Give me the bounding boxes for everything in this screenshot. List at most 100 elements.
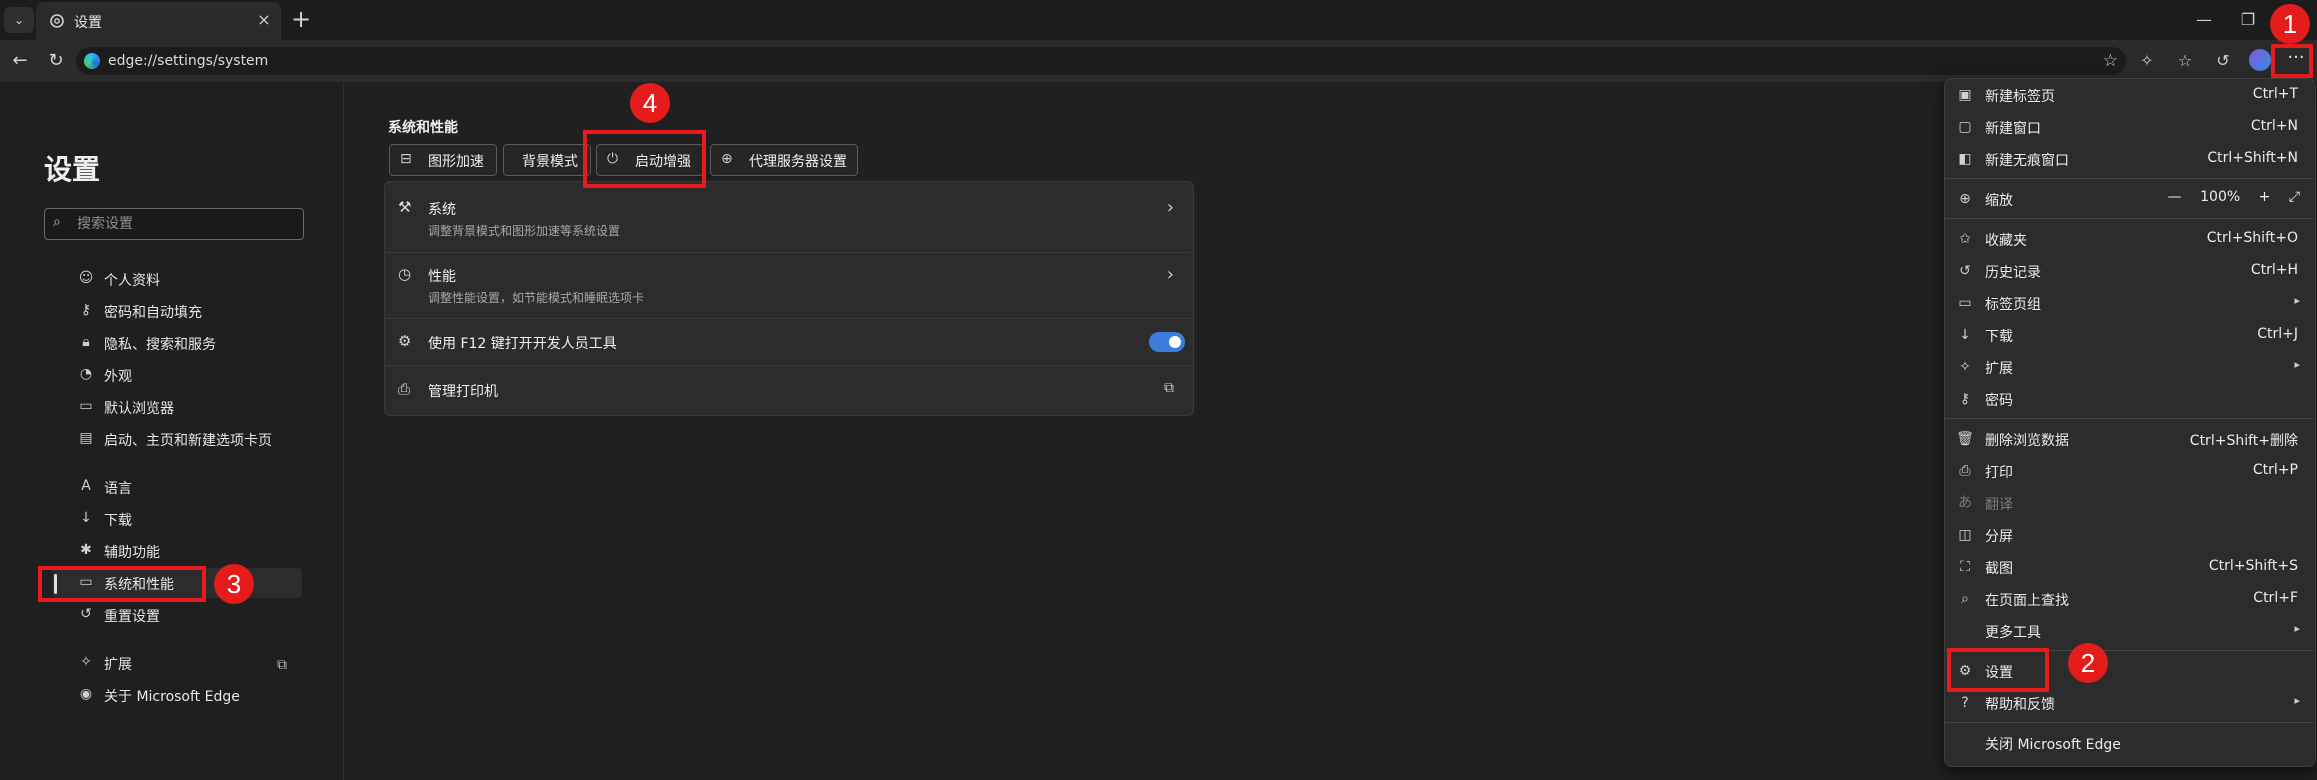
- zoom-out-button[interactable]: —: [2168, 189, 2182, 205]
- reset-icon: ↺: [80, 606, 92, 622]
- external-link-icon: ⧉: [277, 657, 287, 673]
- sidebar-item-extensions[interactable]: ✧ 扩展: [52, 648, 302, 678]
- menu-item-new-tab[interactable]: ▣ 新建标签页 Ctrl+T: [1948, 80, 2310, 110]
- search-input[interactable]: [75, 213, 294, 235]
- sidebar-item-privacy[interactable]: 🔒︎ 隐私、搜索和服务: [52, 328, 302, 358]
- close-tab-icon[interactable]: ×: [254, 10, 274, 30]
- tab-title: 设置: [74, 15, 102, 31]
- highlight-box-step-2: [1947, 648, 2049, 692]
- step-badge-3: 3: [214, 564, 254, 604]
- menu-item-print[interactable]: ⎙ 打印 Ctrl+P: [1948, 456, 2310, 486]
- new-tab-button[interactable]: +: [288, 7, 314, 33]
- sidebar-item-accessibility[interactable]: ✱ 辅助功能: [52, 536, 302, 566]
- sidebar-item-default-browser[interactable]: ▭ 默认浏览器: [52, 392, 302, 422]
- menu-item-zoom: ⊕ 缩放 — 100% + ⤢: [1948, 184, 2310, 214]
- sidebar-item-passwords[interactable]: ⚷ 密码和自动填充: [52, 296, 302, 326]
- menu-item-label: 密码: [1985, 393, 2013, 409]
- menu-item-label: 更多工具: [1985, 625, 2041, 641]
- history-icon: ↺: [2216, 51, 2230, 70]
- chip-label: 代理服务器设置: [749, 154, 847, 170]
- menu-item-favorites[interactable]: ✩ 收藏夹 Ctrl+Shift+O: [1948, 224, 2310, 254]
- sidebar-item-label: 辅助功能: [104, 545, 160, 561]
- menu-item-label: 帮助和反馈: [1985, 697, 2055, 713]
- favorites-toolbar-button[interactable]: ☆: [2172, 49, 2198, 73]
- menu-item-label: 历史记录: [1985, 265, 2041, 281]
- menu-item-tab-groups[interactable]: ▭ 标签页组 ▸: [1948, 288, 2310, 318]
- search-icon: ⌕: [53, 214, 61, 230]
- menu-item-new-window[interactable]: ▢ 新建窗口 Ctrl+N: [1948, 112, 2310, 142]
- sidebar-item-profile[interactable]: ☺ 个人资料: [52, 264, 302, 294]
- menu-item-split-screen[interactable]: ◫ 分屏: [1948, 520, 2310, 550]
- menu-item-history[interactable]: ↺ 历史记录 Ctrl+H: [1948, 256, 2310, 286]
- menu-item-label: 打印: [1985, 465, 2013, 481]
- zoom-in-button[interactable]: +: [2259, 189, 2271, 205]
- menu-item-find-on-page[interactable]: ⌕ 在页面上查找 Ctrl+F: [1948, 584, 2310, 614]
- chip-label: 图形加速: [428, 154, 484, 170]
- back-button[interactable]: ←: [8, 49, 32, 73]
- sidebar-item-startup[interactable]: ▤ 启动、主页和新建选项卡页: [52, 424, 302, 454]
- sidebar-item-label: 默认浏览器: [104, 401, 174, 417]
- menu-item-shortcut: Ctrl+T: [2252, 86, 2298, 102]
- menu-item-clear-browsing-data[interactable]: 🗑︎ 删除浏览数据 Ctrl+Shift+删除: [1948, 424, 2310, 454]
- refresh-button[interactable]: ↻: [44, 49, 68, 73]
- sidebar-item-label: 关于 Microsoft Edge: [104, 689, 240, 705]
- accessibility-icon: ✱: [80, 542, 92, 558]
- favorites-icon: ☆: [2177, 51, 2193, 70]
- sidebar-item-downloads[interactable]: ↓ 下载: [52, 504, 302, 534]
- extensions-toolbar-button[interactable]: ✧: [2134, 49, 2160, 73]
- section-title: 系统和性能: [388, 120, 458, 136]
- gear-icon: [48, 12, 66, 30]
- menu-item-passwords[interactable]: ⚷ 密码: [1948, 384, 2310, 414]
- title-bar: [0, 0, 2317, 40]
- row-performance[interactable]: ◷ 性能 调整性能设置，如节能模式和睡眠选项卡 ›: [384, 257, 1192, 315]
- menu-item-close-edge[interactable]: 关闭 Microsoft Edge: [1948, 728, 2310, 758]
- chip-background-mode[interactable]: 背景模式: [503, 144, 591, 176]
- row-subtitle: 调整性能设置，如节能模式和睡眠选项卡: [428, 291, 645, 305]
- sidebar-item-label: 扩展: [104, 657, 132, 673]
- external-link-icon: ⧉: [1164, 380, 1174, 396]
- menu-separator: [1944, 218, 2314, 219]
- zoom-icon: ⊕: [1959, 191, 1971, 207]
- menu-item-screenshot[interactable]: ⛶ 截图 Ctrl+Shift+S: [1948, 552, 2310, 582]
- history-toolbar-button[interactable]: ↺: [2210, 49, 2236, 73]
- divider: [385, 365, 1191, 366]
- minimize-button[interactable]: —: [2184, 6, 2224, 34]
- page-title: 设置: [44, 153, 101, 186]
- sidebar-item-reset[interactable]: ↺ 重置设置: [52, 600, 302, 630]
- edge-logo-icon: [84, 53, 100, 69]
- tab-actions-button[interactable]: ⌄: [4, 7, 34, 33]
- sidebar-item-appearance[interactable]: ◔ 外观: [52, 360, 302, 390]
- menu-item-shortcut: Ctrl+F: [2253, 590, 2298, 606]
- address-bar[interactable]: edge://settings/system ☆: [76, 47, 2126, 75]
- menu-item-more-tools[interactable]: 更多工具 ▸: [1948, 616, 2310, 646]
- search-box[interactable]: ⌕: [44, 208, 304, 240]
- new-tab-icon: ▣: [1958, 87, 1972, 103]
- chip-proxy-settings[interactable]: ⊕ 代理服务器设置: [710, 144, 858, 176]
- step-badge-1: 1: [2270, 4, 2310, 44]
- profile-avatar[interactable]: [2249, 49, 2271, 71]
- star-icon[interactable]: ☆: [2103, 51, 2118, 71]
- menu-item-label: 收藏夹: [1985, 233, 2027, 249]
- menu-separator: [1944, 178, 2314, 179]
- menu-item-label: 新建标签页: [1985, 89, 2055, 105]
- menu-item-help-feedback[interactable]: ? 帮助和反馈 ▸: [1948, 688, 2310, 718]
- chip-label: 背景模式: [522, 154, 578, 170]
- menu-item-downloads[interactable]: ↓ 下载 Ctrl+J: [1948, 320, 2310, 350]
- menu-item-label: 缩放: [1985, 193, 2013, 209]
- menu-item-new-inprivate[interactable]: ◧ 新建无痕窗口 Ctrl+Shift+N: [1948, 144, 2310, 174]
- sidebar-item-language[interactable]: A 语言: [52, 472, 302, 502]
- home-icon: ▤: [79, 430, 93, 446]
- menu-item-shortcut: Ctrl+J: [2257, 326, 2298, 342]
- restore-button[interactable]: ❐: [2228, 6, 2268, 34]
- menu-item-shortcut: Ctrl+Shift+S: [2208, 558, 2298, 574]
- row-manage-printers[interactable]: ⎙ 管理打印机 ⧉: [384, 372, 1192, 410]
- browser-tab-settings[interactable]: 设置 ×: [36, 2, 281, 40]
- sidebar-item-about[interactable]: ◉ 关于 Microsoft Edge: [52, 680, 302, 710]
- menu-item-extensions[interactable]: ✧ 扩展 ▸: [1948, 352, 2310, 382]
- fullscreen-button[interactable]: ⤢: [2289, 189, 2300, 205]
- chip-graphics-acceleration[interactable]: ⊟ 图形加速: [389, 144, 497, 176]
- row-system[interactable]: ⚒ 系统 调整背景模式和图形加速等系统设置 ›: [384, 190, 1192, 248]
- f12-devtools-toggle[interactable]: [1149, 332, 1185, 352]
- menu-item-label: 翻译: [1985, 497, 2013, 513]
- menu-item-label: 新建窗口: [1985, 121, 2041, 137]
